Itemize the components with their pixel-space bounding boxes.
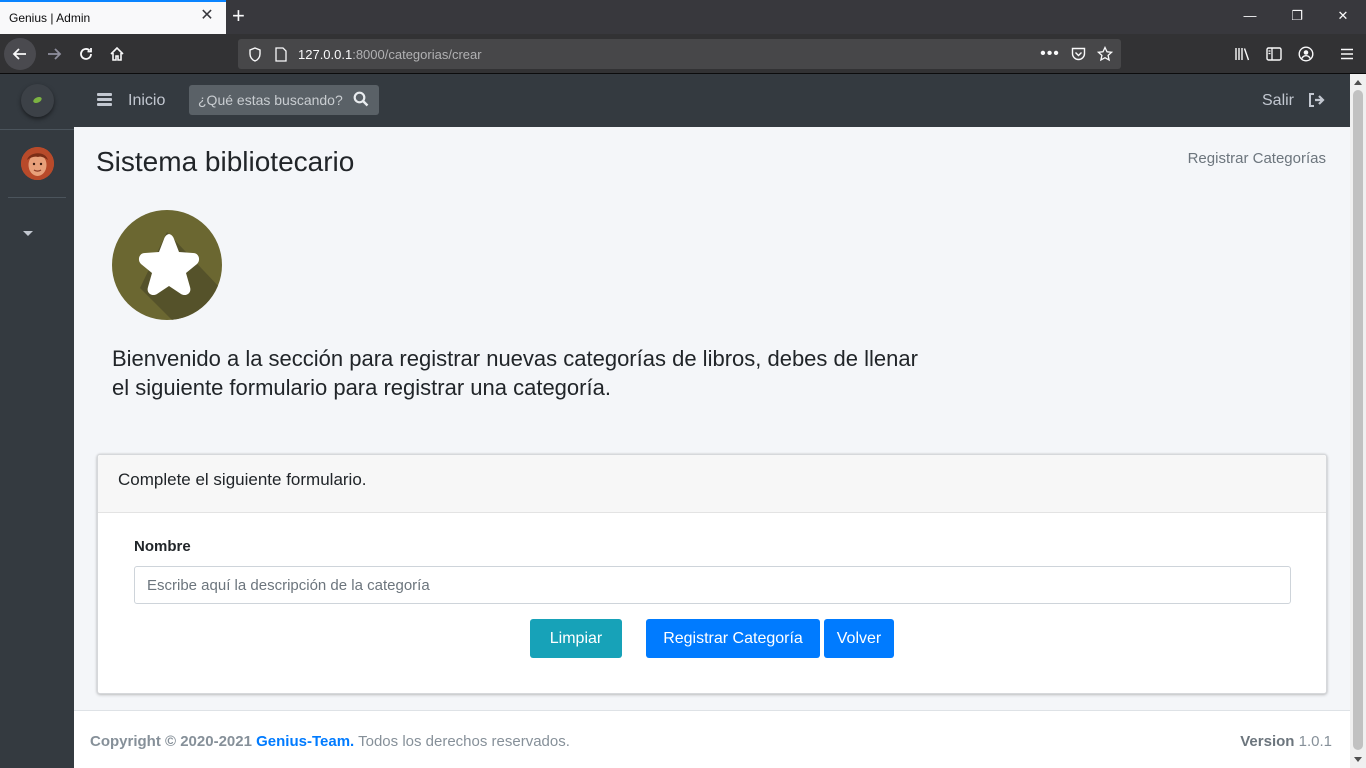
forward-button[interactable] [38, 38, 70, 70]
minimize-icon[interactable]: — [1242, 8, 1258, 23]
forward-arrow-icon [48, 48, 62, 60]
page-title: Sistema bibliotecario [96, 146, 355, 177]
search-icon [353, 91, 369, 107]
sign-out-icon[interactable] [1308, 92, 1326, 108]
scroll-up-icon[interactable] [1354, 80, 1362, 85]
library-icon[interactable] [1233, 45, 1251, 63]
nav-home-link[interactable]: Inicio [128, 92, 165, 110]
form-card: Complete el siguiente formulario. Nombre… [97, 454, 1327, 694]
account-icon[interactable] [1297, 45, 1315, 63]
hamburger-menu-icon[interactable] [97, 93, 112, 106]
url-path: :8000/categorias/crear [352, 47, 482, 62]
menu-icon[interactable] [1338, 45, 1356, 63]
address-bar[interactable]: 127.0.0.1:8000/categorias/crear ••• [238, 39, 1121, 69]
star-icon [112, 210, 222, 320]
card-title: Complete el siguiente formulario. [118, 470, 367, 489]
reload-icon [80, 48, 92, 60]
rights-text: Todos los derechos reservados. [358, 733, 570, 750]
new-tab-icon[interactable]: + [232, 5, 245, 27]
page-actions-icon[interactable]: ••• [1040, 45, 1060, 63]
version-number: 1.0.1 [1298, 733, 1332, 750]
browser-toolbar: 127.0.0.1:8000/categorias/crear ••• [0, 34, 1366, 74]
logout-link[interactable]: Salir [1262, 92, 1294, 110]
name-field-label: Nombre [134, 538, 191, 555]
shield-icon[interactable] [247, 46, 263, 62]
page-scrollbar[interactable] [1350, 74, 1366, 768]
url-host: 127.0.0.1 [298, 47, 353, 62]
sidebar-divider [0, 129, 74, 130]
register-category-button[interactable]: Registrar Categoría [646, 619, 820, 658]
sidebar-divider [8, 197, 66, 198]
copyright-prefix: Copyright © 2020-2021 [90, 733, 252, 750]
copyright-text: Copyright © 2020-2021 Genius-Team. Todos… [90, 733, 570, 750]
scrollbar-thumb[interactable] [1353, 90, 1363, 750]
search-button[interactable] [353, 91, 371, 109]
navbar-search [189, 85, 379, 115]
back-arrow-icon [12, 48, 26, 60]
bookmark-star-icon[interactable] [1096, 45, 1114, 63]
main-footer: Copyright © 2020-2021 Genius-Team. Todos… [74, 710, 1350, 768]
version-label: Version [1240, 733, 1295, 750]
clear-button[interactable]: Limpiar [530, 619, 622, 658]
version-text: Version 1.0.1 [1240, 733, 1332, 750]
url-text: 127.0.0.1:8000/categorias/crear [298, 47, 482, 62]
category-name-input[interactable] [134, 566, 1291, 604]
user-avatar[interactable] [21, 147, 54, 180]
brand-logo[interactable] [21, 84, 54, 117]
browser-tab[interactable]: Genius | Admin ✕ [0, 0, 226, 34]
leaf-icon [33, 96, 42, 104]
home-icon [110, 46, 124, 61]
browser-tab-bar: Genius | Admin ✕ + — ❐ ✕ [0, 0, 1366, 34]
welcome-text: Bienvenido a la sección para registrar n… [112, 346, 918, 400]
page-info-icon[interactable] [273, 46, 289, 62]
tab-title: Genius | Admin [9, 11, 91, 25]
main-header: Inicio Salir [74, 74, 1350, 127]
tab-close-icon[interactable]: ✕ [200, 8, 214, 24]
main-sidebar [0, 74, 74, 768]
back-page-button[interactable]: Volver [824, 619, 894, 658]
pocket-icon[interactable] [1069, 45, 1087, 63]
window-close-icon[interactable]: ✕ [1335, 8, 1351, 24]
search-input[interactable] [189, 85, 349, 115]
back-button[interactable] [4, 38, 36, 70]
breadcrumb: Registrar Categorías [1187, 150, 1326, 167]
restore-icon[interactable]: ❐ [1289, 8, 1305, 24]
home-button[interactable] [101, 38, 133, 70]
scroll-down-icon[interactable] [1354, 757, 1362, 762]
team-link[interactable]: Genius-Team. [256, 733, 354, 750]
card-header: Complete el siguiente formulario. [98, 455, 1326, 513]
sidebar-toggle-icon[interactable] [1265, 45, 1283, 63]
reload-button[interactable] [70, 38, 102, 70]
caret-down-icon[interactable] [23, 231, 33, 236]
content-wrapper: Sistema bibliotecario Registrar Categorí… [74, 127, 1350, 710]
